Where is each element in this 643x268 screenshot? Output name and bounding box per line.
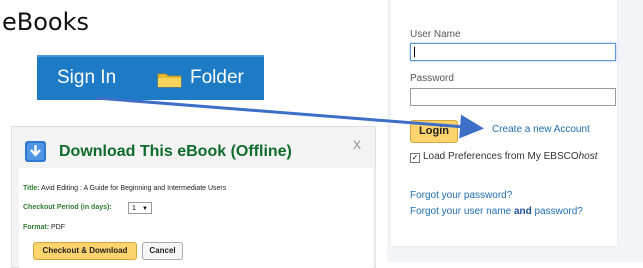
forgot-user-suffix: password? [531, 206, 583, 217]
cancel-button[interactable]: Cancel [142, 242, 183, 260]
checkout-download-button[interactable]: Checkout & Download [33, 242, 137, 260]
title-value: Avid Editing : A Guide for Beginning and… [41, 185, 227, 192]
format-label: Format: [23, 224, 50, 231]
checkout-period-label: Checkout Period (in days): [23, 204, 112, 211]
format-row: Format: PDF [23, 224, 65, 231]
title-row: Title: Avid Editing : A Guide for Beginn… [23, 185, 226, 192]
toolbar: Sign In Folder [37, 55, 264, 100]
forgot-password-link[interactable]: Forgot your password? [410, 190, 512, 201]
title-label: Title: [23, 185, 40, 192]
chevron-down-icon: ▼ [142, 206, 148, 212]
format-value: PDF [51, 224, 66, 231]
prefs-prefix: Load Preferences from My EBSCO [423, 151, 579, 162]
dialog-body: Title: Avid Editing : A Guide for Beginn… [19, 168, 373, 268]
checkout-period-value: 1 [132, 205, 136, 212]
forgot-username-link[interactable]: Forgot your user name and password? [410, 206, 583, 217]
forgot-user-and: and [513, 206, 532, 217]
login-button[interactable]: Login [410, 120, 458, 143]
username-label: User Name [410, 29, 461, 40]
username-field[interactable] [410, 43, 616, 61]
text-caret [414, 47, 415, 57]
forgot-user-prefix: Forgot your user name [410, 206, 514, 217]
folder-link[interactable]: Folder [190, 67, 244, 89]
page-title: eBooks [2, 8, 89, 36]
create-account-link[interactable]: Create a new Account [492, 124, 590, 135]
download-icon [25, 141, 46, 162]
download-dialog: Download This eBook (Offline) X Title: A… [11, 126, 376, 268]
password-field[interactable] [410, 88, 616, 106]
prefs-suffix: host [578, 151, 598, 162]
load-preferences-checkbox[interactable]: ✓ [410, 153, 420, 163]
password-label: Password [410, 73, 454, 84]
close-icon[interactable]: X [353, 138, 361, 152]
load-preferences-label: Load Preferences from My EBSCOhost [423, 151, 598, 162]
checkout-period-select[interactable]: 1 ▼ [128, 202, 152, 214]
dialog-title: Download This eBook (Offline) [59, 143, 292, 160]
sign-in-link[interactable]: Sign In [57, 67, 116, 89]
folder-icon[interactable] [157, 71, 182, 88]
checkout-row: Checkout Period (in days): [23, 204, 112, 211]
